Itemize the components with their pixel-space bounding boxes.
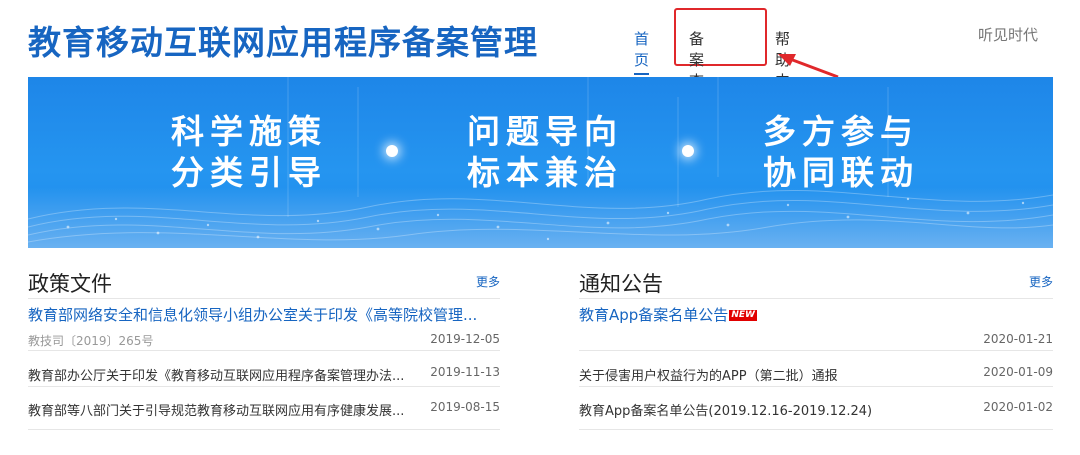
slogan-3-line1: 多方参与 (763, 112, 919, 151)
slogan-2-line2: 标本兼治 (467, 153, 623, 192)
slogan-1-line2: 分类引导 (171, 153, 327, 192)
notice-more-link[interactable]: 更多 (1029, 273, 1053, 290)
list-item-title[interactable]: 教育部等八部门关于引导规范教育移动互联网应用有序健康发展... (28, 400, 426, 419)
nav-home-link[interactable]: 首页 (634, 28, 650, 75)
list-item[interactable]: 教育App备案名单公告(2019.12.16-2019.12.24) 2020-… (579, 386, 1053, 430)
list-item-title[interactable]: 关于侵害用户权益行为的APP（第二批）通报 (579, 365, 838, 384)
policy-more-link[interactable]: 更多 (476, 273, 500, 290)
policy-section: 政策文件 更多 教育部网络安全和信息化领导小组办公室关于印发《高等院校管理...… (28, 262, 500, 430)
list-item-date: 2019-08-15 (430, 400, 500, 414)
hero-banner: 科学施策 分类引导 问题导向 标本兼治 多方参与 协同联动 (28, 77, 1053, 248)
notice-header: 通知公告 更多 (579, 262, 1053, 298)
watermark-text: 听见时代 (978, 26, 1039, 44)
notice-section: 通知公告 更多 教育App备案名单公告 NEW 2020-01-21 关于侵害用户… (579, 262, 1053, 430)
list-item-title[interactable]: 教育部网络安全和信息化领导小组办公室关于印发《高等院校管理... (28, 304, 500, 325)
slogan-2-line1: 问题导向 (467, 112, 623, 151)
list-item-date: 2019-11-13 (430, 365, 500, 379)
notice-title: 通知公告 (579, 272, 663, 296)
slogan-1: 科学施策 分类引导 (171, 111, 327, 193)
list-item-date: 2020-01-09 (983, 365, 1053, 379)
slogan-1-line1: 科学施策 (171, 112, 327, 151)
slogan-3-line2: 协同联动 (763, 153, 919, 192)
list-item[interactable]: 教育App备案名单公告 NEW 2020-01-21 (579, 298, 1053, 350)
banner-dot-icon (682, 145, 694, 157)
slogan-3: 多方参与 协同联动 (763, 111, 919, 193)
site-title: 教育移动互联网应用程序备案管理 (28, 23, 538, 62)
banner-dot-icon (386, 145, 398, 157)
list-item-title[interactable]: 教育App备案名单公告 (579, 306, 728, 324)
list-item-date: 2019-12-05 (430, 332, 500, 346)
pointer-arrow-icon (778, 54, 839, 79)
highlight-box (674, 8, 767, 66)
list-item-date: 2020-01-21 (983, 332, 1053, 346)
list-item-date: 2020-01-02 (983, 400, 1053, 414)
list-item[interactable]: 关于侵害用户权益行为的APP（第二批）通报 2020-01-09 (579, 350, 1053, 386)
list-item-title[interactable]: 教育App备案名单公告(2019.12.16-2019.12.24) (579, 400, 872, 419)
list-item-title-wrap[interactable]: 教育App备案名单公告 NEW (579, 304, 757, 325)
list-item-subtitle: 教技司〔2019〕265号 (28, 334, 154, 348)
list-item[interactable]: 教育部办公厅关于印发《教育移动互联网应用程序备案管理办法... 2019-11-… (28, 350, 500, 386)
new-badge: NEW (729, 310, 757, 321)
list-item-title[interactable]: 教育部办公厅关于印发《教育移动互联网应用程序备案管理办法... (28, 365, 426, 384)
policy-title: 政策文件 (28, 272, 112, 296)
list-item[interactable]: 教育部等八部门关于引导规范教育移动互联网应用有序健康发展... 2019-08-… (28, 386, 500, 430)
policy-header: 政策文件 更多 (28, 262, 500, 298)
slogan-2: 问题导向 标本兼治 (467, 111, 623, 193)
list-item[interactable]: 教育部网络安全和信息化领导小组办公室关于印发《高等院校管理... 教技司〔201… (28, 298, 500, 350)
